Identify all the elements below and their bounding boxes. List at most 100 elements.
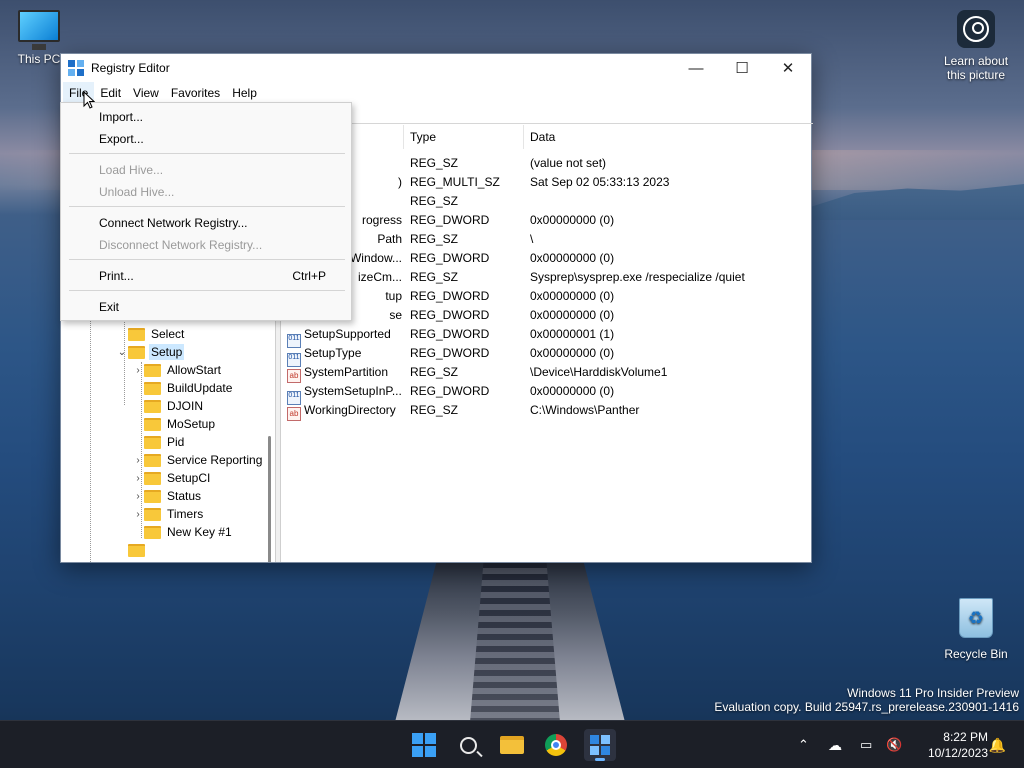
- menu-separator: [69, 153, 345, 154]
- menu-edit[interactable]: Edit: [94, 82, 127, 104]
- search-button[interactable]: [452, 729, 484, 761]
- start-button[interactable]: [408, 729, 440, 761]
- value-data: Sat Sep 02 05:33:13 2023: [530, 175, 670, 189]
- tree-item[interactable]: Pid: [132, 433, 186, 451]
- tree-item-label: DJOIN: [167, 399, 203, 413]
- folder-icon: [144, 507, 161, 521]
- expand-chevron-icon[interactable]: ›: [132, 365, 144, 376]
- expand-chevron-icon[interactable]: ›: [132, 455, 144, 466]
- folder-icon: [128, 327, 145, 341]
- tree-item[interactable]: New Key #1: [132, 523, 234, 541]
- value-row[interactable]: Window... REG_DWORD 0x00000000 (0): [282, 249, 811, 268]
- value-type: REG_DWORD: [410, 251, 490, 265]
- column-header-data[interactable]: Data: [524, 125, 811, 149]
- tree-item[interactable]: › AllowStart: [132, 361, 223, 379]
- menu-item-export[interactable]: Export...: [62, 128, 351, 150]
- tree-item-label: BuildUpdate: [167, 381, 233, 395]
- watermark-line-2: Evaluation copy. Build 25947.rs_prerelea…: [714, 700, 1019, 714]
- network-icon: ▭: [860, 737, 873, 752]
- value-row[interactable]: tup REG_DWORD 0x00000000 (0): [282, 287, 811, 306]
- desktop-icon-recycle-bin[interactable]: ♻ Recycle Bin: [942, 598, 1010, 661]
- menu-item-label: Disconnect Network Registry...: [99, 238, 263, 252]
- tree-item[interactable]: MoSetup: [132, 415, 217, 433]
- tree-item-label: Status: [167, 489, 202, 503]
- desktop-icon-learn-about-picture[interactable]: Learn about this picture: [938, 10, 1014, 82]
- tree-item[interactable]: › Timers: [132, 505, 205, 523]
- value-row[interactable]: se REG_DWORD 0x00000000 (0): [282, 306, 811, 325]
- tree-item[interactable]: › Status: [132, 487, 203, 505]
- value-type: REG_DWORD: [410, 308, 490, 322]
- folder-icon: [144, 381, 161, 395]
- value-row[interactable]: 011 SystemSetupInP... REG_DWORD 0x00000000 …: [282, 382, 811, 405]
- tree-item-label: Pid: [167, 435, 185, 449]
- network-tray[interactable]: ▭: [860, 721, 872, 768]
- maximize-button[interactable]: ☐: [719, 54, 765, 82]
- folder-icon: [144, 417, 161, 431]
- folder-icon: [500, 736, 524, 754]
- value-row[interactable]: ) REG_MULTI_SZ Sat Sep 02 05:33:13 2023: [282, 173, 811, 192]
- folder-icon: [128, 345, 145, 359]
- learn-label: Learn about this picture: [943, 54, 1009, 82]
- value-row[interactable]: ab SystemPartition REG_SZ \Device\HarddiskV…: [282, 363, 811, 383]
- tree-item[interactable]: DJOIN: [132, 397, 205, 415]
- minimize-button[interactable]: —: [673, 54, 719, 82]
- tree-item-label: AllowStart: [167, 363, 222, 377]
- menu-item-print[interactable]: Print... Ctrl+P: [62, 265, 351, 287]
- taskbar-chrome[interactable]: [540, 729, 572, 761]
- value-row[interactable]: 011 SetupSupported REG_DWORD 0x00000001 (1): [282, 325, 811, 348]
- value-data: 0x00000000 (0): [530, 384, 615, 398]
- clock-time: 8:22 PM: [943, 730, 988, 744]
- tree-item[interactable]: Select: [116, 325, 186, 343]
- scrollbar-thumb[interactable]: [268, 436, 271, 562]
- value-data: 0x00000000 (0): [530, 213, 615, 227]
- tree-item[interactable]: › Service Reporting: [132, 451, 264, 469]
- menu-item-label: Print...: [99, 269, 134, 283]
- close-button[interactable]: ✕: [765, 54, 811, 82]
- value-data: 0x00000000 (0): [530, 308, 615, 322]
- value-row[interactable]: REG_SZ: [282, 192, 811, 211]
- value-name: ): [398, 175, 402, 189]
- menu-favorites[interactable]: Favorites: [165, 82, 226, 104]
- value-row[interactable]: Path REG_SZ \: [282, 230, 811, 249]
- windows-logo-icon: [412, 733, 436, 757]
- notification-bell-icon[interactable]: 🔔: [989, 737, 1006, 754]
- value-type: REG_SZ: [410, 270, 459, 284]
- folder-icon: [144, 525, 161, 539]
- folder-icon: [128, 543, 145, 557]
- column-header-type[interactable]: Type: [404, 125, 524, 149]
- taskbar-clock[interactable]: 8:22 PM 10/12/2023: [918, 729, 988, 761]
- tree-item-selected[interactable]: ⌄ Setup: [116, 343, 185, 361]
- collapse-chevron-icon[interactable]: ⌄: [116, 347, 128, 358]
- watermark-line-1: Windows 11 Pro Insider Preview: [847, 686, 1019, 700]
- value-row[interactable]: izeCm... REG_SZ Sysprep\sysprep.exe /respe…: [282, 268, 811, 287]
- menu-view[interactable]: View: [127, 82, 165, 104]
- values-list[interactable]: Type Data REG_SZ (value not set)) REG_MULT…: [282, 125, 811, 562]
- title-bar[interactable]: Registry Editor — ☐ ✕: [61, 54, 811, 82]
- menu-item-import[interactable]: Import...: [62, 106, 351, 128]
- menu-help[interactable]: Help: [226, 82, 263, 104]
- expand-chevron-icon[interactable]: ›: [132, 473, 144, 484]
- tree-item[interactable]: [116, 541, 149, 559]
- volume-tray[interactable]: 🔇: [886, 721, 902, 768]
- value-row[interactable]: REG_SZ (value not set): [282, 154, 811, 173]
- value-row[interactable]: 011 SetupType REG_DWORD 0x00000000 (0): [282, 344, 811, 367]
- tree-item[interactable]: › SetupCI: [132, 469, 212, 487]
- value-row[interactable]: ab WorkingDirectory REG_SZ C:\Windows\Panth…: [282, 401, 811, 421]
- camera-info-icon: [957, 10, 995, 48]
- menu-item-connect-network-registry[interactable]: Connect Network Registry...: [62, 212, 351, 234]
- menu-item-exit[interactable]: Exit: [62, 296, 351, 318]
- show-hidden-icons-button[interactable]: ⌃: [798, 721, 809, 768]
- onedrive-tray[interactable]: ☁: [828, 721, 842, 768]
- expand-chevron-icon[interactable]: ›: [132, 491, 144, 502]
- taskbar-file-explorer[interactable]: [496, 729, 528, 761]
- expand-chevron-icon[interactable]: ›: [132, 509, 144, 520]
- value-row[interactable]: rogress REG_DWORD 0x00000000 (0): [282, 211, 811, 230]
- tree-item-label: MoSetup: [167, 417, 216, 431]
- recycle-bin-label: Recycle Bin: [944, 647, 1008, 661]
- menu-item-disconnect-network-registry: Disconnect Network Registry...: [62, 234, 351, 256]
- volume-muted-icon: 🔇: [886, 737, 903, 752]
- wallpaper-pier-planks: [470, 562, 560, 722]
- tree-item[interactable]: BuildUpdate: [132, 379, 234, 397]
- taskbar-registry-editor[interactable]: [584, 729, 616, 761]
- recycle-bin-icon: ♻: [959, 598, 993, 638]
